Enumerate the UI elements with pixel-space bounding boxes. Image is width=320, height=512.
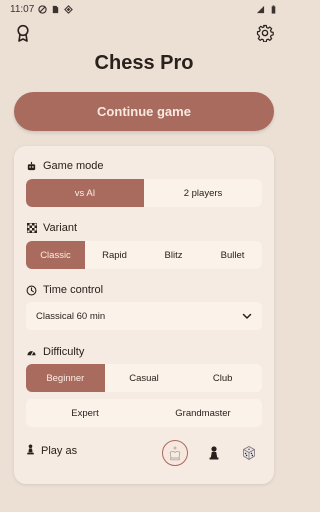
settings-card: Game mode vs AI 2 players Variant Classi… xyxy=(14,146,274,484)
difficulty-selector-row1: Beginner Casual Club xyxy=(26,364,262,392)
play-as-random-button[interactable] xyxy=(236,440,262,466)
difficulty-label: Difficulty xyxy=(43,346,85,358)
variant-classic[interactable]: Classic xyxy=(26,241,85,269)
play-as-label: Play as xyxy=(41,445,78,457)
chessboard-icon xyxy=(26,223,37,234)
play-as-white-button[interactable] xyxy=(162,440,188,466)
play-as-black-button[interactable] xyxy=(201,440,227,466)
clock-text: 11:07 xyxy=(10,3,35,15)
white-king-icon xyxy=(169,446,181,461)
variant-bullet[interactable]: Bullet xyxy=(203,241,262,269)
robot-icon xyxy=(26,161,37,172)
clock-icon xyxy=(26,285,37,296)
variant-label: Variant xyxy=(43,222,78,234)
signal-icon xyxy=(256,5,265,13)
difficulty-casual[interactable]: Casual xyxy=(105,364,184,392)
difficulty-selector-row2: Expert Grandmaster xyxy=(26,399,262,427)
difficulty-club[interactable]: Club xyxy=(183,364,262,392)
difficulty-beginner[interactable]: Beginner xyxy=(26,364,105,392)
page-title: Chess Pro xyxy=(94,52,194,74)
game-mode-2-players[interactable]: 2 players xyxy=(144,179,262,207)
game-mode-label-row: Game mode xyxy=(26,160,104,172)
game-mode-vs-ai[interactable]: vs AI xyxy=(26,179,144,207)
time-control-value: Classical 60 min xyxy=(36,310,106,322)
do-not-disturb-icon xyxy=(38,4,47,14)
variant-rapid[interactable]: Rapid xyxy=(85,241,144,269)
difficulty-expert[interactable]: Expert xyxy=(26,399,144,427)
time-control-dropdown[interactable]: Classical 60 min xyxy=(26,302,262,330)
time-control-label: Time control xyxy=(43,284,104,296)
difficulty-grandmaster[interactable]: Grandmaster xyxy=(144,399,262,427)
notification-diamond-icon xyxy=(64,4,74,14)
game-mode-selector: vs AI 2 players xyxy=(26,179,262,207)
difficulty-label-row: Difficulty xyxy=(26,346,84,358)
chevron-down-icon xyxy=(242,311,252,321)
time-control-label-row: Time control xyxy=(26,284,103,296)
game-mode-label: Game mode xyxy=(43,160,104,172)
pawn-icon xyxy=(26,444,35,458)
dice-icon xyxy=(243,446,255,460)
continue-game-button[interactable]: Continue game xyxy=(14,92,274,131)
variant-selector: Classic Rapid Blitz Bullet xyxy=(26,241,262,269)
variant-blitz[interactable]: Blitz xyxy=(144,241,203,269)
play-as-label-row: Play as xyxy=(26,444,77,458)
award-icon[interactable] xyxy=(12,22,34,44)
speedometer-icon xyxy=(26,347,37,358)
status-bar: 11:07 xyxy=(0,0,288,18)
sim-card-icon xyxy=(53,5,59,13)
battery-icon xyxy=(271,4,276,14)
gear-icon[interactable] xyxy=(254,22,276,44)
black-pawn-icon xyxy=(209,446,219,460)
variant-label-row: Variant xyxy=(26,222,77,234)
